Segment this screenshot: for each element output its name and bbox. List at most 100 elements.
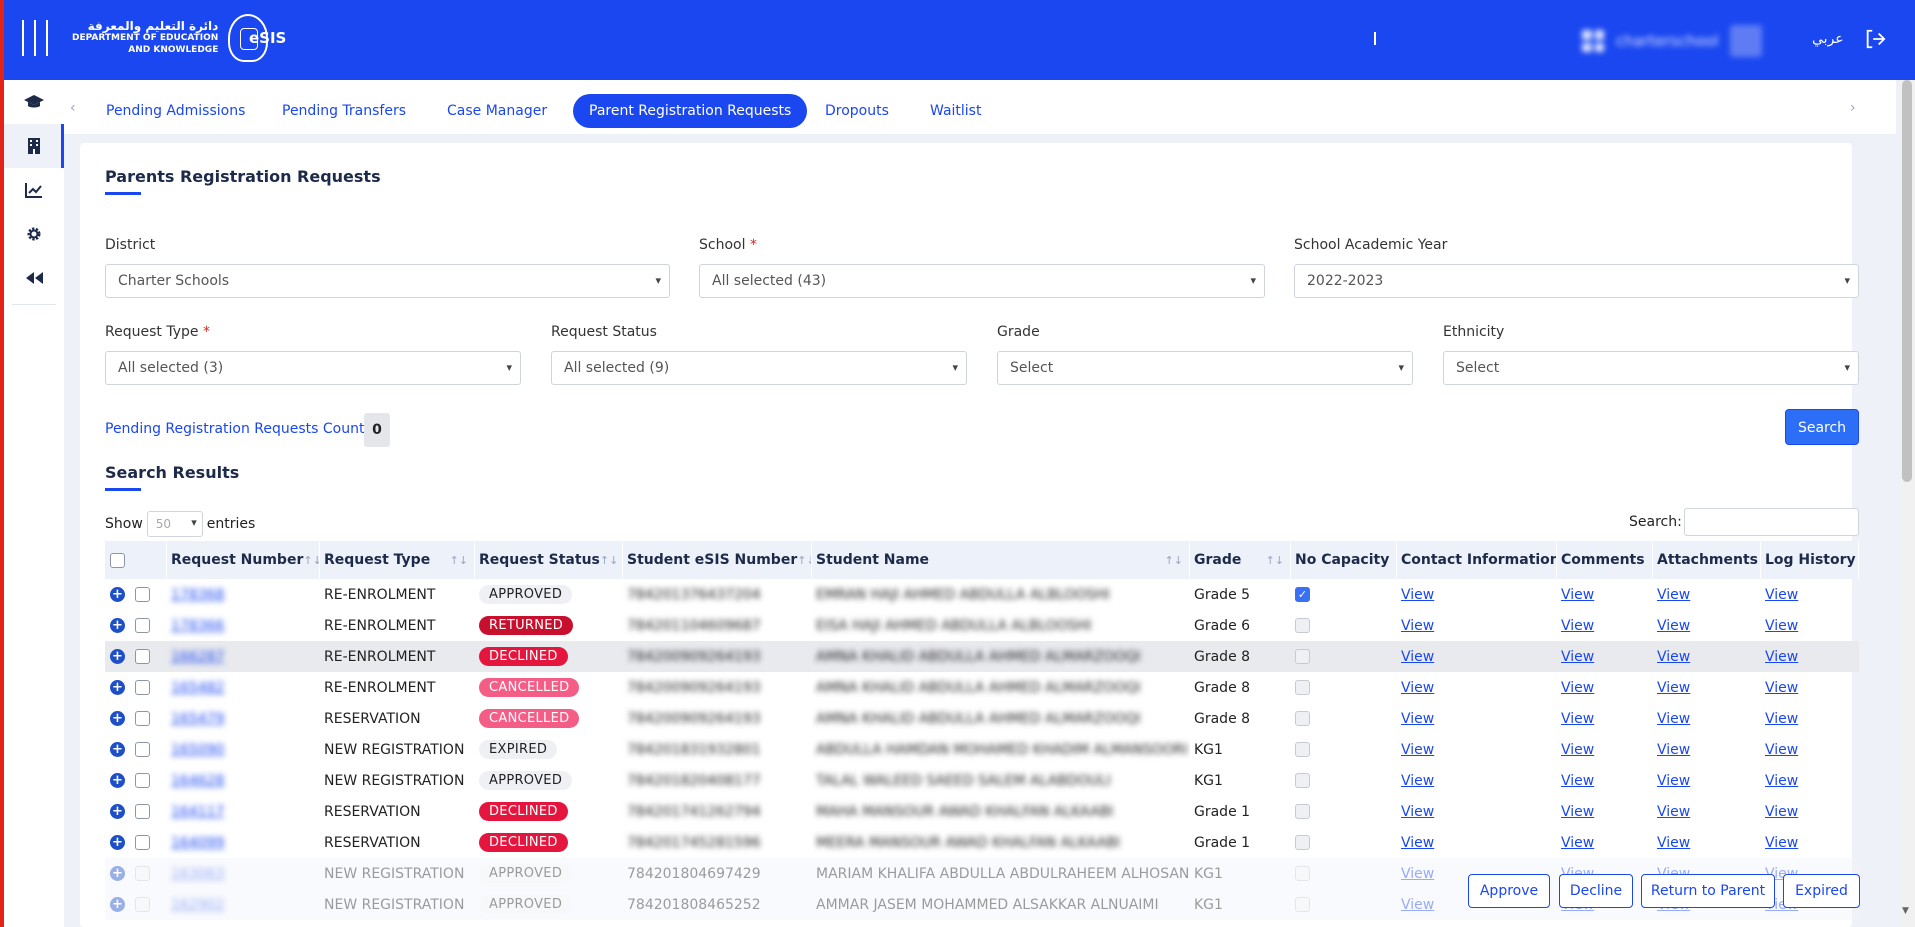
log-history-view-link[interactable]: View xyxy=(1765,649,1798,665)
expand-row-icon[interactable]: + xyxy=(110,835,125,850)
contact-view-link[interactable]: View xyxy=(1401,804,1434,820)
no-capacity-checkbox[interactable] xyxy=(1295,680,1310,695)
no-capacity-checkbox[interactable] xyxy=(1295,897,1310,912)
academic-year-select[interactable]: 2022-2023 xyxy=(1294,264,1859,298)
log-history-view-link[interactable]: View xyxy=(1765,742,1798,758)
table-search-input[interactable] xyxy=(1684,508,1859,536)
sidebar-item-reports[interactable] xyxy=(4,168,64,212)
decline-button[interactable]: Decline xyxy=(1559,874,1633,908)
row-checkbox[interactable] xyxy=(135,866,150,881)
no-capacity-checkbox[interactable] xyxy=(1295,773,1310,788)
chevron-left-icon[interactable]: ‹ xyxy=(70,100,76,116)
tab-pending-admissions[interactable]: Pending Admissions xyxy=(90,94,261,128)
table-row[interactable]: +164099 RESERVATION DECLINED 78420174528159… xyxy=(105,827,1859,858)
expand-row-icon[interactable]: + xyxy=(110,742,125,757)
row-checkbox[interactable] xyxy=(135,742,150,757)
log-history-view-link[interactable]: View xyxy=(1765,773,1798,789)
log-history-view-link[interactable]: View xyxy=(1765,680,1798,696)
no-capacity-checkbox[interactable] xyxy=(1295,711,1310,726)
expand-row-icon[interactable]: + xyxy=(110,680,125,695)
no-capacity-checkbox[interactable] xyxy=(1295,742,1310,757)
attachments-view-link[interactable]: View xyxy=(1657,804,1690,820)
sidebar-item-settings[interactable] xyxy=(4,212,64,256)
col-request-number[interactable]: Request Number ↑↓ xyxy=(167,541,320,579)
tab-parent-registration-requests[interactable]: Parent Registration Requests xyxy=(573,94,808,128)
comments-view-link[interactable]: View xyxy=(1561,649,1594,665)
request-number-link[interactable]: 163063 xyxy=(171,866,224,882)
log-history-view-link[interactable]: View xyxy=(1765,587,1798,603)
col-grade[interactable]: Grade ↑↓ xyxy=(1190,541,1291,579)
attachments-view-link[interactable]: View xyxy=(1657,649,1690,665)
comments-view-link[interactable]: View xyxy=(1561,835,1594,851)
col-esis-number[interactable]: Student eSIS Number↑↓ xyxy=(623,541,812,579)
expand-row-icon[interactable]: + xyxy=(110,866,125,881)
request-number-link[interactable]: 164628 xyxy=(171,773,224,789)
table-row[interactable]: +166287 RE-ENROLMENT DECLINED 7842009092641… xyxy=(105,641,1859,672)
chevron-right-icon[interactable]: › xyxy=(1850,100,1856,116)
table-row[interactable]: +164628 NEW REGISTRATION APPROVED 784201820… xyxy=(105,765,1859,796)
contact-view-link[interactable]: View xyxy=(1401,711,1434,727)
row-checkbox[interactable] xyxy=(135,680,150,695)
approve-button[interactable]: Approve xyxy=(1468,874,1550,908)
request-number-link[interactable]: 165090 xyxy=(171,742,224,758)
grade-select[interactable]: Select xyxy=(997,351,1413,385)
attachments-view-link[interactable]: View xyxy=(1657,680,1690,696)
request-number-link[interactable]: 166287 xyxy=(171,649,224,665)
table-row[interactable]: +164117 RESERVATION DECLINED 78420174126279… xyxy=(105,796,1859,827)
request-number-link[interactable]: 165482 xyxy=(171,680,224,696)
table-row[interactable]: +165090 NEW REGISTRATION EXPIRED 7842018319… xyxy=(105,734,1859,765)
attachments-view-link[interactable]: View xyxy=(1657,742,1690,758)
row-checkbox[interactable] xyxy=(135,618,150,633)
log-history-view-link[interactable]: View xyxy=(1765,711,1798,727)
no-capacity-checkbox[interactable] xyxy=(1295,618,1310,633)
no-capacity-checkbox[interactable] xyxy=(1295,835,1310,850)
contact-view-link[interactable]: View xyxy=(1401,649,1434,665)
request-status-select[interactable]: All selected (9) xyxy=(551,351,967,385)
sidebar-item-collapse[interactable] xyxy=(4,256,64,300)
no-capacity-checkbox[interactable] xyxy=(1295,649,1310,664)
comments-view-link[interactable]: View xyxy=(1561,680,1594,696)
contact-view-link[interactable]: View xyxy=(1401,680,1434,696)
contact-view-link[interactable]: View xyxy=(1401,866,1434,882)
user-menu[interactable]: charterschool xyxy=(1582,25,1763,57)
contact-view-link[interactable]: View xyxy=(1401,773,1434,789)
scroll-down-icon[interactable]: ▼ xyxy=(1902,906,1909,916)
log-history-view-link[interactable]: View xyxy=(1765,835,1798,851)
attachments-view-link[interactable]: View xyxy=(1657,835,1690,851)
tab-pending-transfers[interactable]: Pending Transfers xyxy=(266,94,422,128)
attachments-view-link[interactable]: View xyxy=(1657,587,1690,603)
log-history-view-link[interactable]: View xyxy=(1765,804,1798,820)
comments-view-link[interactable]: View xyxy=(1561,711,1594,727)
attachments-view-link[interactable]: View xyxy=(1657,618,1690,634)
col-request-type[interactable]: Request Type ↑↓ xyxy=(320,541,475,579)
district-select[interactable]: Charter Schools xyxy=(105,264,670,298)
request-number-link[interactable]: 164117 xyxy=(171,804,224,820)
expand-row-icon[interactable]: + xyxy=(110,773,125,788)
attachments-view-link[interactable]: View xyxy=(1657,773,1690,789)
sidebar-item-schools[interactable] xyxy=(4,124,64,168)
entries-select[interactable]: 50 xyxy=(146,511,203,537)
no-capacity-checkbox[interactable] xyxy=(1295,804,1310,819)
request-number-link[interactable]: 162902 xyxy=(171,897,224,913)
attachments-view-link[interactable]: View xyxy=(1657,711,1690,727)
return-to-parent-button[interactable]: Return to Parent xyxy=(1641,874,1775,908)
row-checkbox[interactable] xyxy=(135,587,150,602)
comments-view-link[interactable]: View xyxy=(1561,742,1594,758)
expired-button[interactable]: Expired xyxy=(1783,874,1860,908)
request-number-link[interactable]: 164099 xyxy=(171,835,224,851)
contact-view-link[interactable]: View xyxy=(1401,742,1434,758)
table-row[interactable]: +178368 RE-ENROLMENT APPROVED 7842013764372… xyxy=(105,579,1859,610)
contact-view-link[interactable]: View xyxy=(1401,587,1434,603)
row-checkbox[interactable] xyxy=(135,804,150,819)
expand-row-icon[interactable]: + xyxy=(110,587,125,602)
row-checkbox[interactable] xyxy=(135,835,150,850)
row-checkbox[interactable] xyxy=(135,711,150,726)
request-type-select[interactable]: All selected (3) xyxy=(105,351,521,385)
contact-view-link[interactable]: View xyxy=(1401,618,1434,634)
school-select[interactable]: All selected (43) xyxy=(699,264,1265,298)
tab-case-manager[interactable]: Case Manager xyxy=(431,94,563,128)
scroll-thumb[interactable] xyxy=(1902,80,1912,482)
table-row[interactable]: +178366 RE-ENROLMENT RETURNED 7842011046096… xyxy=(105,610,1859,641)
expand-row-icon[interactable]: + xyxy=(110,804,125,819)
no-capacity-checkbox[interactable] xyxy=(1295,866,1310,881)
